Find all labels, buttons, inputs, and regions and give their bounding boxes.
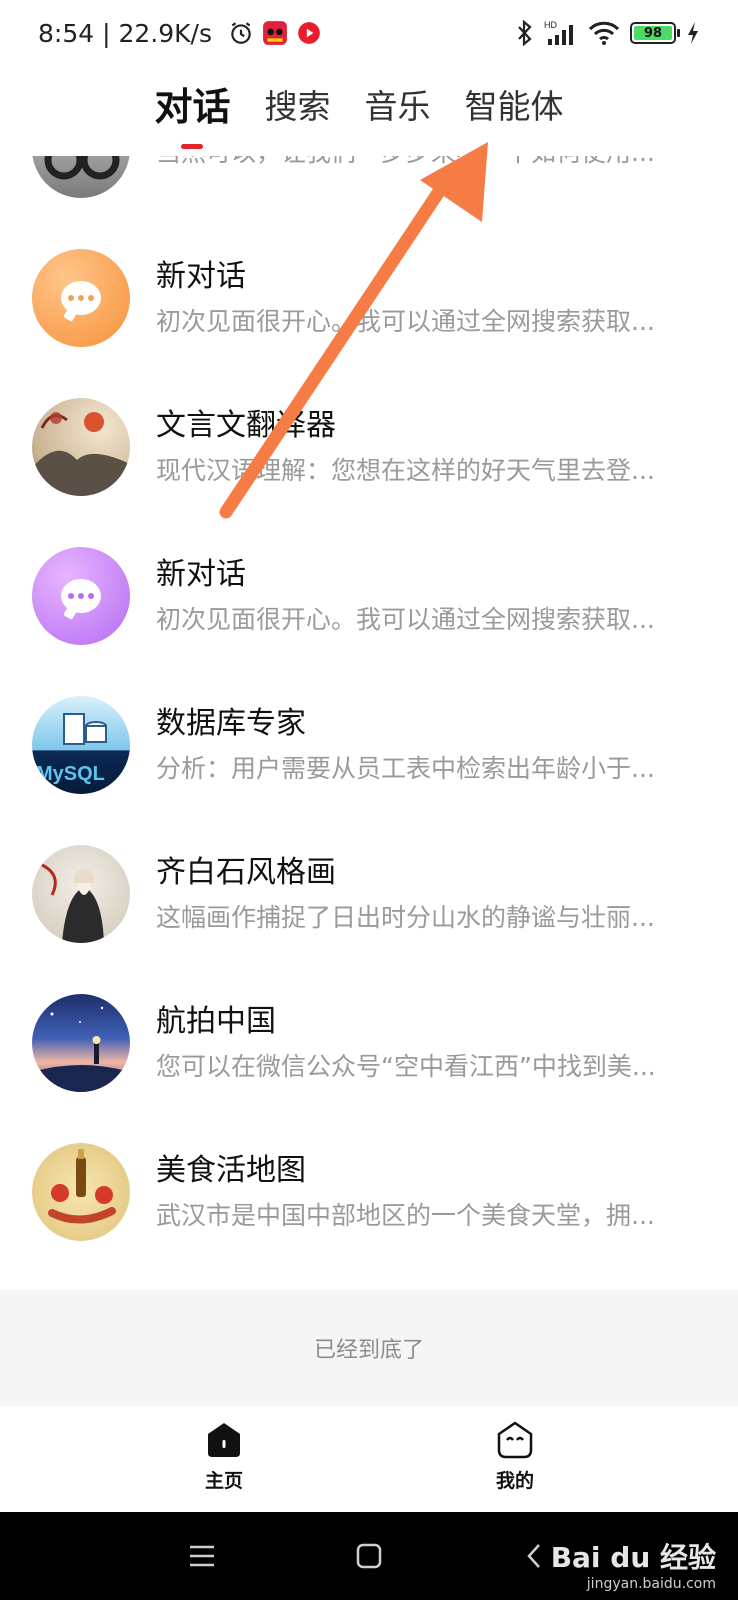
nav-me-label: 我的 — [495, 1470, 534, 1492]
back-icon[interactable] — [524, 1542, 544, 1570]
food-icon — [48, 1148, 116, 1224]
bottom-nav: 主页 我的 — [0, 1406, 738, 1512]
list-item[interactable]: 新对话 初次见面很开心。我可以通过全网搜索获取... — [0, 521, 738, 670]
list-item[interactable]: 航拍中国 您可以在微信公众号“空中看江西”中找到美... — [0, 968, 738, 1117]
list-item[interactable]: MySQL 数据库专家 分析：用户需要从员工表中检索出年龄小于... — [0, 670, 738, 819]
nav-me-button[interactable]: 我的 — [455, 1420, 575, 1493]
glasses-avatar — [32, 156, 130, 198]
tab-dialogue[interactable]: 对话 — [154, 76, 231, 149]
bubble-dots — [68, 592, 94, 599]
lighthouse-icon — [32, 1006, 130, 1092]
nav-home-label: 主页 — [204, 1470, 243, 1492]
alarm-icon — [231, 22, 251, 44]
glasses-icon — [44, 156, 120, 179]
ink-landscape-avatar — [32, 397, 130, 496]
status-right: HD 98 — [516, 19, 700, 47]
list-item-text: 齐白石风格画 这幅画作捕捉了日出时分山水的静谧与壮丽... — [156, 853, 704, 935]
list-item-text: 文言文翻译器 现代汉语理解：您想在这样的好天气里去登... — [156, 406, 704, 488]
bluetooth-icon — [518, 19, 532, 47]
end-of-list: 已经到底了 — [0, 1290, 738, 1406]
video-play-icon — [298, 22, 320, 44]
tab-search[interactable]: 搜索 — [265, 80, 331, 128]
svg-text:MySQL: MySQL — [36, 763, 105, 785]
active-tab-indicator — [181, 144, 204, 149]
svg-text:HD: HD — [544, 20, 557, 30]
status-left: 8:54 | 22.9K/s — [38, 19, 322, 48]
end-of-list-text: 已经到底了 — [313, 1338, 424, 1363]
tab-agents[interactable]: 智能体 — [465, 80, 564, 128]
sage-painting-icon — [41, 863, 104, 943]
charging-icon — [688, 22, 698, 44]
signal-icon: HD — [544, 20, 573, 45]
baidu-watermark: Bai du 经验 jingyan.baidu.com — [551, 1536, 716, 1592]
tab-search-label: 搜索 — [264, 87, 331, 126]
conversation-title: 航拍中国 — [156, 1003, 276, 1039]
watermark-sub: jingyan.baidu.com — [586, 1576, 716, 1592]
battery-indicator: 98 — [630, 22, 680, 44]
conversation-title: 齐白石风格画 — [156, 854, 336, 890]
database-avatar: MySQL — [32, 695, 130, 794]
status-time-speed: 8:54 | 22.9K/s — [38, 18, 212, 48]
database-server-icon: MySQL — [36, 712, 107, 785]
nav-home-button[interactable]: 主页 — [164, 1420, 284, 1493]
menu-icon[interactable] — [188, 1544, 216, 1568]
conversation-title: 新对话 — [156, 258, 246, 294]
system-nav-bar: Bai du 经验 jingyan.baidu.com — [0, 1512, 738, 1600]
conversation-preview: 初次见面很开心。我可以通过全网搜索获取... — [156, 604, 655, 634]
list-item-text: 新对话 初次见面很开心。我可以通过全网搜索获取... — [156, 257, 704, 339]
chat-bubble-avatar — [32, 248, 130, 347]
conversation-title: 数据库专家 — [156, 705, 306, 741]
list-item-text: 数据库专家 分析：用户需要从员工表中检索出年龄小于... — [156, 704, 704, 786]
aerial-view-avatar — [32, 993, 130, 1092]
list-item[interactable]: 文言文翻译器 现代汉语理解：您想在这样的好天气里去登... — [0, 372, 738, 521]
status-bar: 8:54 | 22.9K/s HD 98 — [0, 0, 738, 66]
list-item-text: 新对话 初次见面很开心。我可以通过全网搜索获取... — [156, 555, 704, 637]
list-item[interactable]: 齐白石风格画 这幅画作捕捉了日出时分山水的静谧与壮丽... — [0, 819, 738, 968]
watermark-main: Bai du 经验 — [550, 1541, 716, 1574]
conversation-list-items: 当然可以，让我们一步步来看一下如何使用... 新对话 初次见面很开心。我可以通过… — [0, 156, 738, 1266]
food-map-avatar — [32, 1142, 130, 1241]
list-item-text: 当然可以，让我们一步步来看一下如何使用... — [156, 156, 704, 170]
top-tabs: 对话 搜索 音乐 智能体 — [0, 66, 738, 156]
list-item[interactable]: 新对话 初次见面很开心。我可以通过全网搜索获取... — [0, 223, 738, 372]
conversation-list[interactable]: 当然可以，让我们一步步来看一下如何使用... 新对话 初次见面很开心。我可以通过… — [0, 156, 738, 1290]
tab-dialogue-label: 对话 — [154, 85, 231, 129]
app-notification-icon — [263, 21, 287, 45]
tab-music-label: 音乐 — [364, 87, 431, 126]
conversation-preview: 武汉市是中国中部地区的一个美食天堂，拥... — [156, 1200, 655, 1230]
conversation-title: 新对话 — [156, 556, 246, 592]
list-item[interactable]: 美食活地图 武汉市是中国中部地区的一个美食天堂，拥... — [0, 1117, 738, 1266]
bubble-dots — [68, 294, 94, 301]
conversation-preview: 现代汉语理解：您想在这样的好天气里去登... — [156, 455, 655, 485]
conversation-title: 文言文翻译器 — [156, 407, 336, 443]
list-item-text: 航拍中国 您可以在微信公众号“空中看江西”中找到美... — [156, 1002, 704, 1084]
conversation-preview: 当然可以，让我们一步步来看一下如何使用... — [156, 156, 704, 170]
battery-level: 98 — [634, 26, 672, 41]
status-icons-left — [228, 20, 322, 46]
conversation-title: 美食活地图 — [156, 1152, 306, 1188]
qi-baishi-avatar — [32, 844, 130, 943]
conversation-preview: 您可以在微信公众号“空中看江西”中找到美... — [156, 1051, 656, 1081]
list-item-text: 美食活地图 武汉市是中国中部地区的一个美食天堂，拥... — [156, 1151, 704, 1233]
chat-bubble-avatar — [32, 546, 130, 645]
list-item[interactable]: 当然可以，让我们一步步来看一下如何使用... — [0, 156, 738, 223]
landscape-painting-icon — [32, 411, 130, 496]
conversation-preview: 分析：用户需要从员工表中检索出年龄小于... — [156, 753, 655, 783]
conversation-preview: 初次见面很开心。我可以通过全网搜索获取... — [156, 306, 655, 336]
tab-music[interactable]: 音乐 — [365, 80, 431, 128]
wifi-icon — [588, 21, 620, 45]
conversation-preview: 这幅画作捕捉了日出时分山水的静谧与壮丽... — [156, 902, 655, 932]
profile-face-icon — [497, 1421, 533, 1459]
tab-agents-label: 智能体 — [464, 87, 564, 126]
home-icon — [208, 1423, 240, 1457]
home-square-icon[interactable] — [355, 1542, 383, 1570]
